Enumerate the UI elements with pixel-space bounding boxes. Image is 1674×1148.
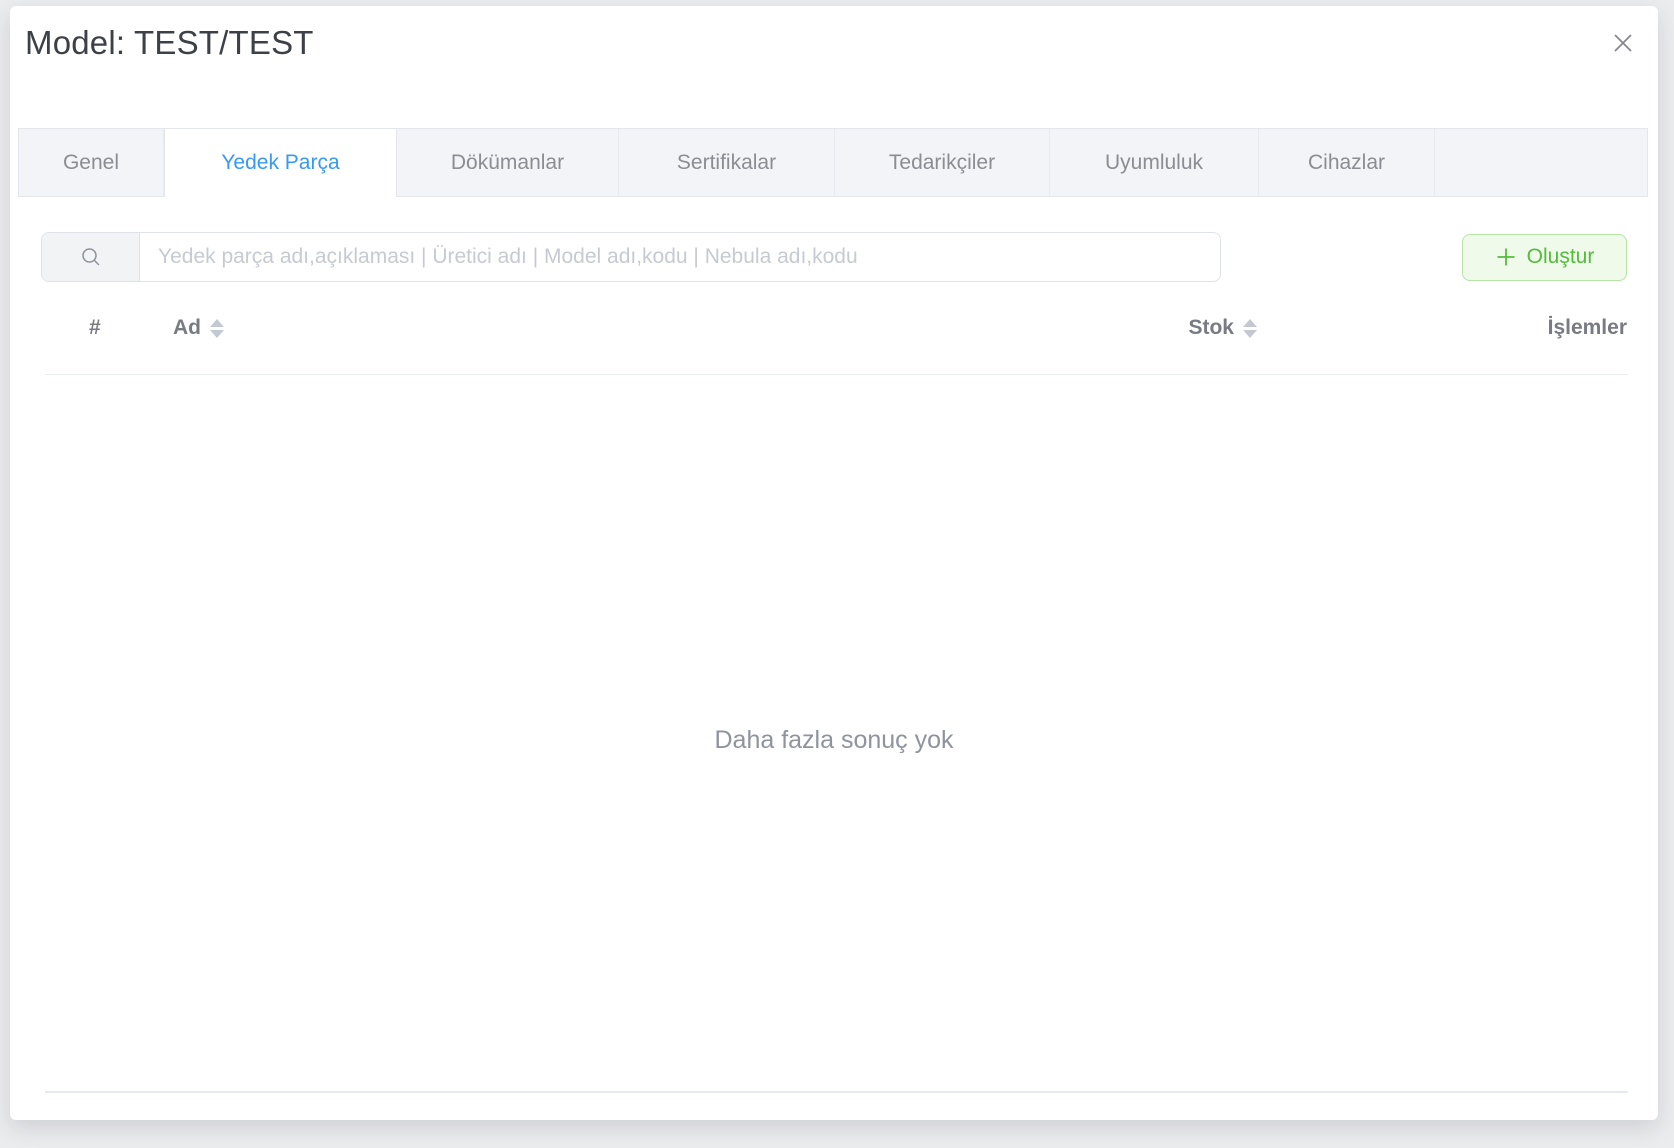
plus-icon [1495,246,1517,268]
tab-dokumanlar[interactable]: Dökümanlar [397,129,619,196]
dialog-header: Model: TEST/TEST [10,6,1658,116]
table-footer-divider [45,1091,1628,1093]
toolbar: Oluştur [41,232,1627,282]
tab-bar-filler [1435,129,1647,196]
search-group [41,232,1221,282]
table-header-row: # Ad Stok İşlemler [41,306,1627,350]
tab-genel[interactable]: Genel [19,129,164,196]
column-header-ad-label: Ad [173,316,201,340]
model-detail-dialog: Model: TEST/TEST Genel Yedek Parça Döküm… [10,6,1658,1120]
x-icon [1611,31,1635,55]
tab-sertifikalar[interactable]: Sertifikalar [619,129,835,196]
empty-state-text: Daha fazla sonuç yok [10,726,1658,755]
column-header-stok[interactable]: Stok [1157,316,1257,340]
create-button-label: Oluştur [1527,245,1595,269]
search-input[interactable] [140,233,1220,281]
tab-yedek-parca[interactable]: Yedek Parça [164,129,397,197]
column-header-ad[interactable]: Ad [173,316,1157,340]
sort-arrows-icon[interactable] [210,319,224,338]
sort-arrows-icon[interactable] [1243,319,1257,338]
tab-tedarikciler[interactable]: Tedarikçiler [835,129,1050,196]
column-header-index: # [89,316,173,340]
create-button[interactable]: Oluştur [1462,234,1627,281]
tab-uyumluluk[interactable]: Uyumluluk [1050,129,1259,196]
page-title: Model: TEST/TEST [25,24,314,62]
tab-bar: Genel Yedek Parça Dökümanlar Sertifikala… [18,128,1648,197]
column-header-stok-label: Stok [1188,316,1234,340]
column-header-islemler: İşlemler [1257,316,1627,340]
table-header-divider [45,374,1628,375]
tab-cihazlar[interactable]: Cihazlar [1259,129,1435,196]
magnifier-icon [80,246,102,268]
close-button[interactable] [1610,30,1636,56]
search-icon-box [42,233,140,281]
